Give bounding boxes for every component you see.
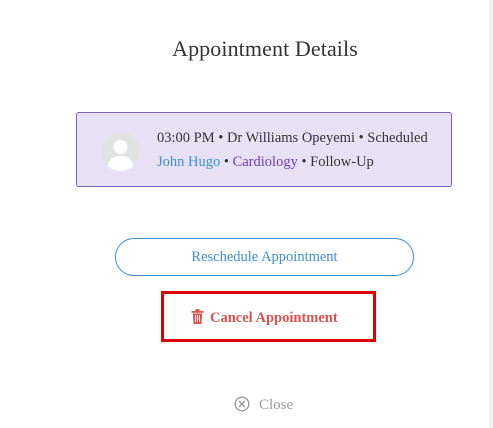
cancel-appointment-button[interactable]: Cancel Appointment bbox=[191, 309, 338, 329]
appointment-detail-line: John Hugo • Cardiology • Follow-Up bbox=[157, 154, 374, 171]
cancel-appointment-label: Cancel Appointment bbox=[210, 310, 338, 326]
close-button[interactable]: Close bbox=[234, 396, 293, 417]
patient-name-link[interactable]: John Hugo bbox=[157, 154, 220, 170]
separator: • bbox=[223, 154, 229, 170]
cancel-highlight-box: Cancel Appointment bbox=[161, 291, 376, 342]
scrollbar-edge bbox=[489, 0, 493, 428]
appointment-type: Follow-Up bbox=[310, 154, 374, 170]
user-avatar-icon bbox=[101, 132, 140, 171]
doctor-name: Dr Williams Opeyemi bbox=[226, 130, 355, 146]
appointment-card[interactable]: 03:00 PM • Dr Williams Opeyemi • Schedul… bbox=[76, 112, 452, 187]
modal-title: Appointment Details bbox=[172, 36, 358, 61]
circle-x-icon bbox=[234, 396, 250, 417]
appointment-status: Scheduled bbox=[367, 130, 428, 146]
close-label: Close bbox=[259, 397, 294, 413]
reschedule-appointment-button[interactable]: Reschedule Appointment bbox=[115, 238, 414, 276]
separator: • bbox=[358, 130, 364, 146]
appointment-summary-line: 03:00 PM • Dr Williams Opeyemi • Schedul… bbox=[157, 130, 428, 147]
trash-icon bbox=[191, 309, 204, 329]
separator: • bbox=[218, 130, 224, 146]
appointment-details-modal: Appointment Details 03:00 PM • Dr Willia… bbox=[0, 0, 489, 428]
appointment-time: 03:00 PM bbox=[157, 130, 215, 146]
separator: • bbox=[301, 154, 307, 170]
specialty-link[interactable]: Cardiology bbox=[233, 154, 298, 170]
